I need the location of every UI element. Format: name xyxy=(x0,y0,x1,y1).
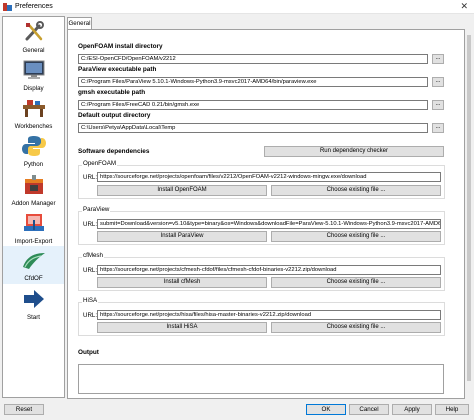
addon-box-icon xyxy=(24,175,43,194)
openfoam-group-title: OpenFOAM xyxy=(82,160,118,167)
hisa-url-label: URL: xyxy=(83,312,98,319)
sidebar-item-label: Start xyxy=(26,314,41,321)
paraview-path-field[interactable]: C:/Program Files/ParaView 5.10.1-Windows… xyxy=(78,77,428,87)
python-icon xyxy=(21,136,46,156)
preferences-sidebar: General Display Workbenches Python Addon… xyxy=(2,16,65,398)
sidebar-item-label: Addon Manager xyxy=(11,200,56,207)
sidebar-item-general[interactable]: General xyxy=(3,21,64,54)
sidebar-item-addon-manager[interactable]: Addon Manager xyxy=(3,174,64,207)
ok-button[interactable]: OK xyxy=(306,404,346,415)
gmsh-path-field[interactable]: C:/Program Files/FreeCAD 0.21/bin/gmsh.e… xyxy=(78,100,428,110)
hisa-choose-file-button[interactable]: Choose existing file ... xyxy=(271,322,441,333)
sidebar-item-start[interactable]: Start xyxy=(3,288,64,321)
paraview-group-title: ParaView xyxy=(82,206,111,213)
wrench-screwdriver-icon xyxy=(25,21,44,41)
run-dependency-checker-button[interactable]: Run dependency checker xyxy=(264,146,444,157)
install-cfmesh-button[interactable]: Install cfMesh xyxy=(97,277,267,288)
close-icon[interactable]: ✕ xyxy=(460,1,468,12)
freecad-app-icon xyxy=(3,3,12,11)
title-bar: Preferences ✕ xyxy=(0,0,474,14)
paraview-path-browse-button[interactable]: ... xyxy=(432,77,444,87)
output-dir-field[interactable]: C:\Users\Petya\AppData\Local\Temp xyxy=(78,123,428,133)
openfoam-choose-file-button[interactable]: Choose existing file ... xyxy=(271,185,441,196)
output-title: Output xyxy=(78,349,99,356)
cfmesh-choose-file-button[interactable]: Choose existing file ... xyxy=(271,277,441,288)
apply-button[interactable]: Apply xyxy=(392,404,432,415)
output-dir-label: Default output directory xyxy=(78,112,151,119)
import-export-icon xyxy=(23,214,44,231)
cfmesh-url-label: URL: xyxy=(83,267,98,274)
paraview-url-label: URL: xyxy=(83,221,98,228)
output-textarea[interactable] xyxy=(78,364,444,394)
sidebar-item-label: Import-Export xyxy=(14,238,53,245)
sidebar-item-import-export[interactable]: Import-Export xyxy=(3,212,64,245)
monitor-icon xyxy=(23,60,44,79)
install-openfoam-button[interactable]: Install OpenFOAM xyxy=(97,185,267,196)
sidebar-item-label: Workbenches xyxy=(14,123,53,130)
cfmesh-url-field[interactable]: https://sourceforge.net/projects/cfmesh-… xyxy=(97,265,441,275)
sidebar-item-cfdof[interactable]: CfdOF xyxy=(3,246,64,284)
workbench-icon xyxy=(22,100,45,117)
scrollbar-thumb[interactable] xyxy=(467,35,471,381)
gmsh-path-label: gmsh executable path xyxy=(78,89,146,96)
help-button[interactable]: Help xyxy=(435,404,469,415)
sidebar-item-python[interactable]: Python xyxy=(3,135,64,168)
sidebar-item-label: General xyxy=(22,47,45,54)
install-hisa-button[interactable]: Install HiSA xyxy=(97,322,267,333)
start-arrow-icon xyxy=(23,290,44,308)
sidebar-item-workbenches[interactable]: Workbenches xyxy=(3,97,64,130)
reset-button[interactable]: Reset xyxy=(4,404,44,415)
openfoam-url-label: URL: xyxy=(83,174,98,181)
window-title: Preferences xyxy=(15,3,53,10)
openfoam-dir-label: OpenFOAM install directory xyxy=(78,43,163,50)
paraview-url-field[interactable]: submit=Download&version=v5.10&type=binar… xyxy=(97,219,441,229)
sidebar-item-label: CfdOF xyxy=(24,275,43,282)
cancel-button[interactable]: Cancel xyxy=(349,404,389,415)
cfmesh-group-title: cfMesh xyxy=(82,252,104,259)
hisa-url-field[interactable]: https://sourceforge.net/projects/hisa/fi… xyxy=(97,310,441,320)
paraview-choose-file-button[interactable]: Choose existing file ... xyxy=(271,231,441,242)
panel-scrollbar[interactable] xyxy=(466,29,472,399)
sidebar-item-display[interactable]: Display xyxy=(3,59,64,92)
software-deps-title: Software dependencies xyxy=(78,148,150,155)
hisa-group-title: HiSA xyxy=(82,297,99,304)
openfoam-url-field[interactable]: https://sourceforge.net/projects/openfoa… xyxy=(97,172,441,182)
output-dir-browse-button[interactable]: ... xyxy=(432,123,444,133)
openfoam-dir-browse-button[interactable]: ... xyxy=(432,54,444,64)
install-paraview-button[interactable]: Install ParaView xyxy=(97,231,267,242)
tab-general[interactable]: General xyxy=(67,17,92,29)
paraview-path-label: ParaView executable path xyxy=(78,66,157,73)
openfoam-dir-field[interactable]: C:/ESI-OpenCFD/OpenFOAM/v2212 xyxy=(78,54,428,64)
gmsh-path-browse-button[interactable]: ... xyxy=(432,100,444,110)
sidebar-item-label: Python xyxy=(23,161,44,168)
sidebar-item-label: Display xyxy=(23,85,44,92)
cfdof-icon xyxy=(22,253,45,269)
